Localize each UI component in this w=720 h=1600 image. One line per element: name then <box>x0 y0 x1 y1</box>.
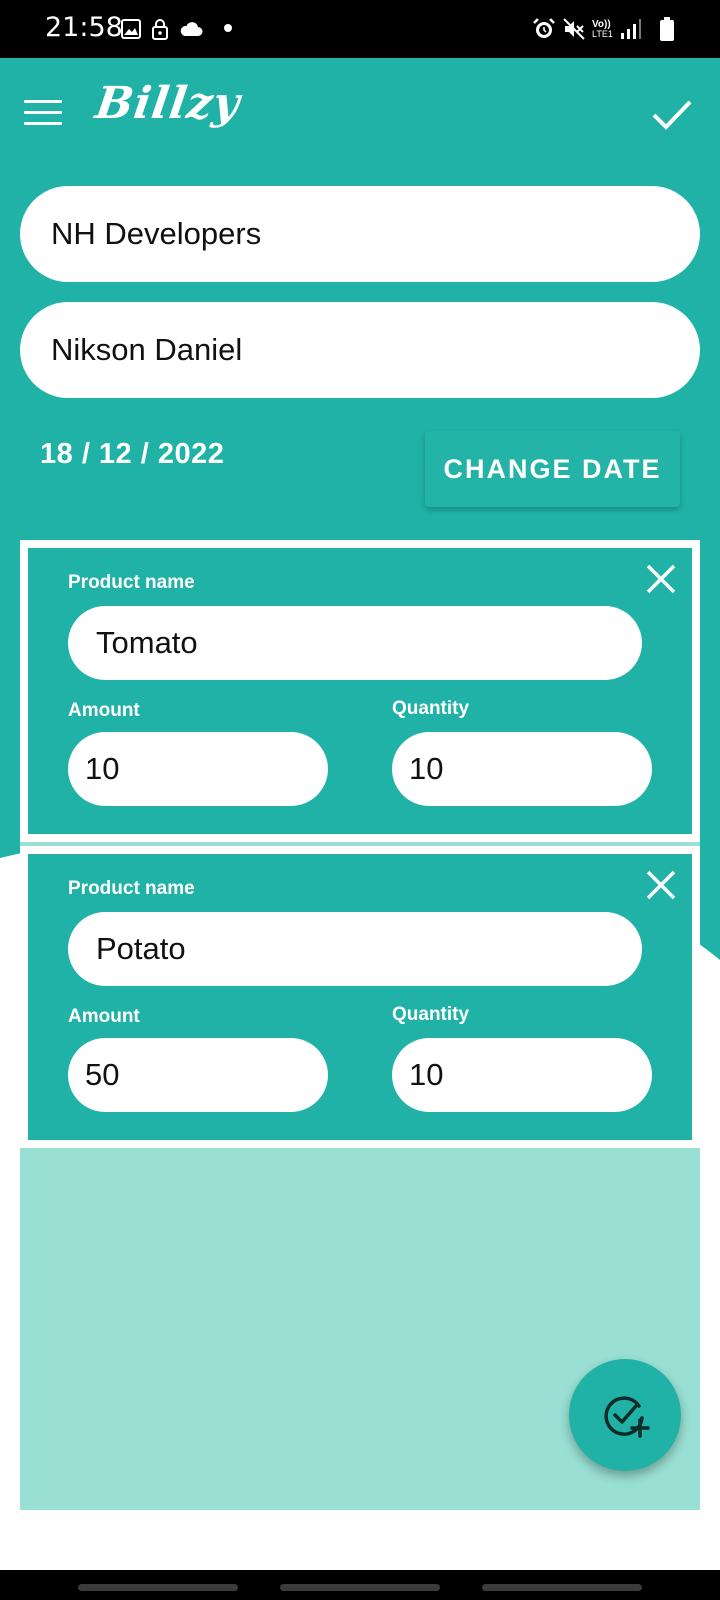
menu-icon-line <box>24 100 62 103</box>
battery-icon <box>660 16 674 42</box>
nav-home-handle[interactable] <box>280 1584 440 1591</box>
close-icon <box>646 564 676 594</box>
change-date-button[interactable]: CHANGE DATE <box>425 431 680 507</box>
volte-icon: Vo)) LTE1 <box>592 16 613 42</box>
signal-icon <box>620 16 642 42</box>
check-add-icon <box>604 1396 650 1438</box>
product-card-body: Product name Amount Quantity <box>28 548 692 834</box>
cloud-icon <box>179 16 203 42</box>
quantity-input[interactable] <box>392 1038 652 1112</box>
company-name-input[interactable] <box>20 186 700 282</box>
quantity-label: Quantity <box>392 698 470 719</box>
selected-date: 18 / 12 / 2022 <box>40 438 225 470</box>
status-bar: 21:58 Vo)) LTE1 <box>0 0 720 58</box>
navigation-bar <box>0 1570 720 1600</box>
confirm-button[interactable] <box>650 92 694 136</box>
image-icon <box>121 16 141 42</box>
amount-input[interactable] <box>68 732 328 806</box>
dot-icon <box>224 24 232 32</box>
status-time: 21:58 <box>45 12 123 43</box>
menu-icon-line <box>24 122 62 125</box>
app-logo: Billzy <box>92 78 244 129</box>
lock-icon <box>152 16 168 42</box>
amount-label: Amount <box>68 1006 140 1027</box>
product-name-input[interactable] <box>68 606 642 680</box>
quantity-label: Quantity <box>392 1004 470 1025</box>
product-card-body: Product name Amount Quantity <box>28 854 692 1140</box>
customer-name-input[interactable] <box>20 302 700 398</box>
product-name-label: Product name <box>68 878 195 899</box>
product-name-input[interactable] <box>68 912 642 986</box>
nav-back-handle[interactable] <box>482 1584 642 1591</box>
remove-product-button[interactable] <box>644 868 678 902</box>
product-card: Product name Amount Quantity <box>20 846 700 1148</box>
amount-input[interactable] <box>68 1038 328 1112</box>
product-card: Product name Amount Quantity <box>20 540 700 842</box>
product-name-label: Product name <box>68 572 195 593</box>
remove-product-button[interactable] <box>644 562 678 596</box>
volte-label-bottom: LTE1 <box>592 28 613 39</box>
amount-label: Amount <box>68 700 140 721</box>
menu-icon-line <box>24 111 62 114</box>
mute-icon <box>562 16 586 42</box>
menu-button[interactable] <box>24 100 62 128</box>
add-product-fab[interactable] <box>569 1359 681 1471</box>
check-icon <box>652 100 692 130</box>
alarm-icon <box>532 16 556 42</box>
close-icon <box>646 870 676 900</box>
quantity-input[interactable] <box>392 732 652 806</box>
nav-recents-handle[interactable] <box>78 1584 238 1591</box>
volte-label-top: Vo)) <box>592 18 611 30</box>
